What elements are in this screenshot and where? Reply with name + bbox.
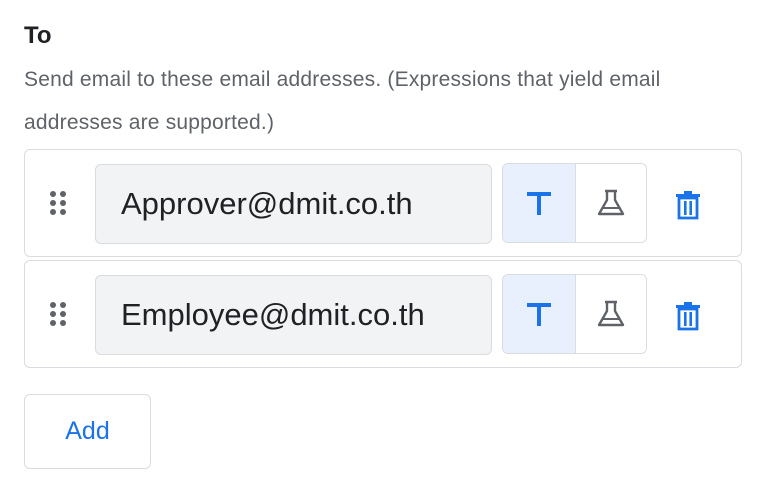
trash-icon — [676, 191, 700, 220]
delete-button[interactable] — [673, 299, 703, 333]
add-button[interactable]: Add — [24, 394, 151, 469]
recipient-row — [24, 260, 742, 368]
expression-mode-button[interactable] — [576, 164, 646, 242]
text-mode-button[interactable] — [503, 164, 576, 242]
delete-button[interactable] — [673, 188, 703, 222]
text-format-icon — [527, 303, 551, 326]
science-flask-icon — [597, 189, 625, 216]
mode-toggle — [502, 274, 647, 354]
recipient-row — [24, 149, 742, 257]
mode-toggle — [502, 163, 647, 243]
trash-icon — [676, 302, 700, 331]
recipient-email-input[interactable] — [95, 164, 492, 244]
expression-mode-button[interactable] — [576, 275, 646, 353]
section-description: Send email to these email addresses. (Ex… — [24, 68, 661, 134]
recipient-email-input[interactable] — [95, 275, 492, 355]
drag-handle-icon[interactable] — [49, 301, 67, 327]
section-title: To — [24, 22, 52, 49]
drag-handle-icon[interactable] — [49, 190, 67, 216]
science-flask-icon — [597, 300, 625, 327]
text-format-icon — [527, 192, 551, 215]
text-mode-button[interactable] — [503, 275, 576, 353]
